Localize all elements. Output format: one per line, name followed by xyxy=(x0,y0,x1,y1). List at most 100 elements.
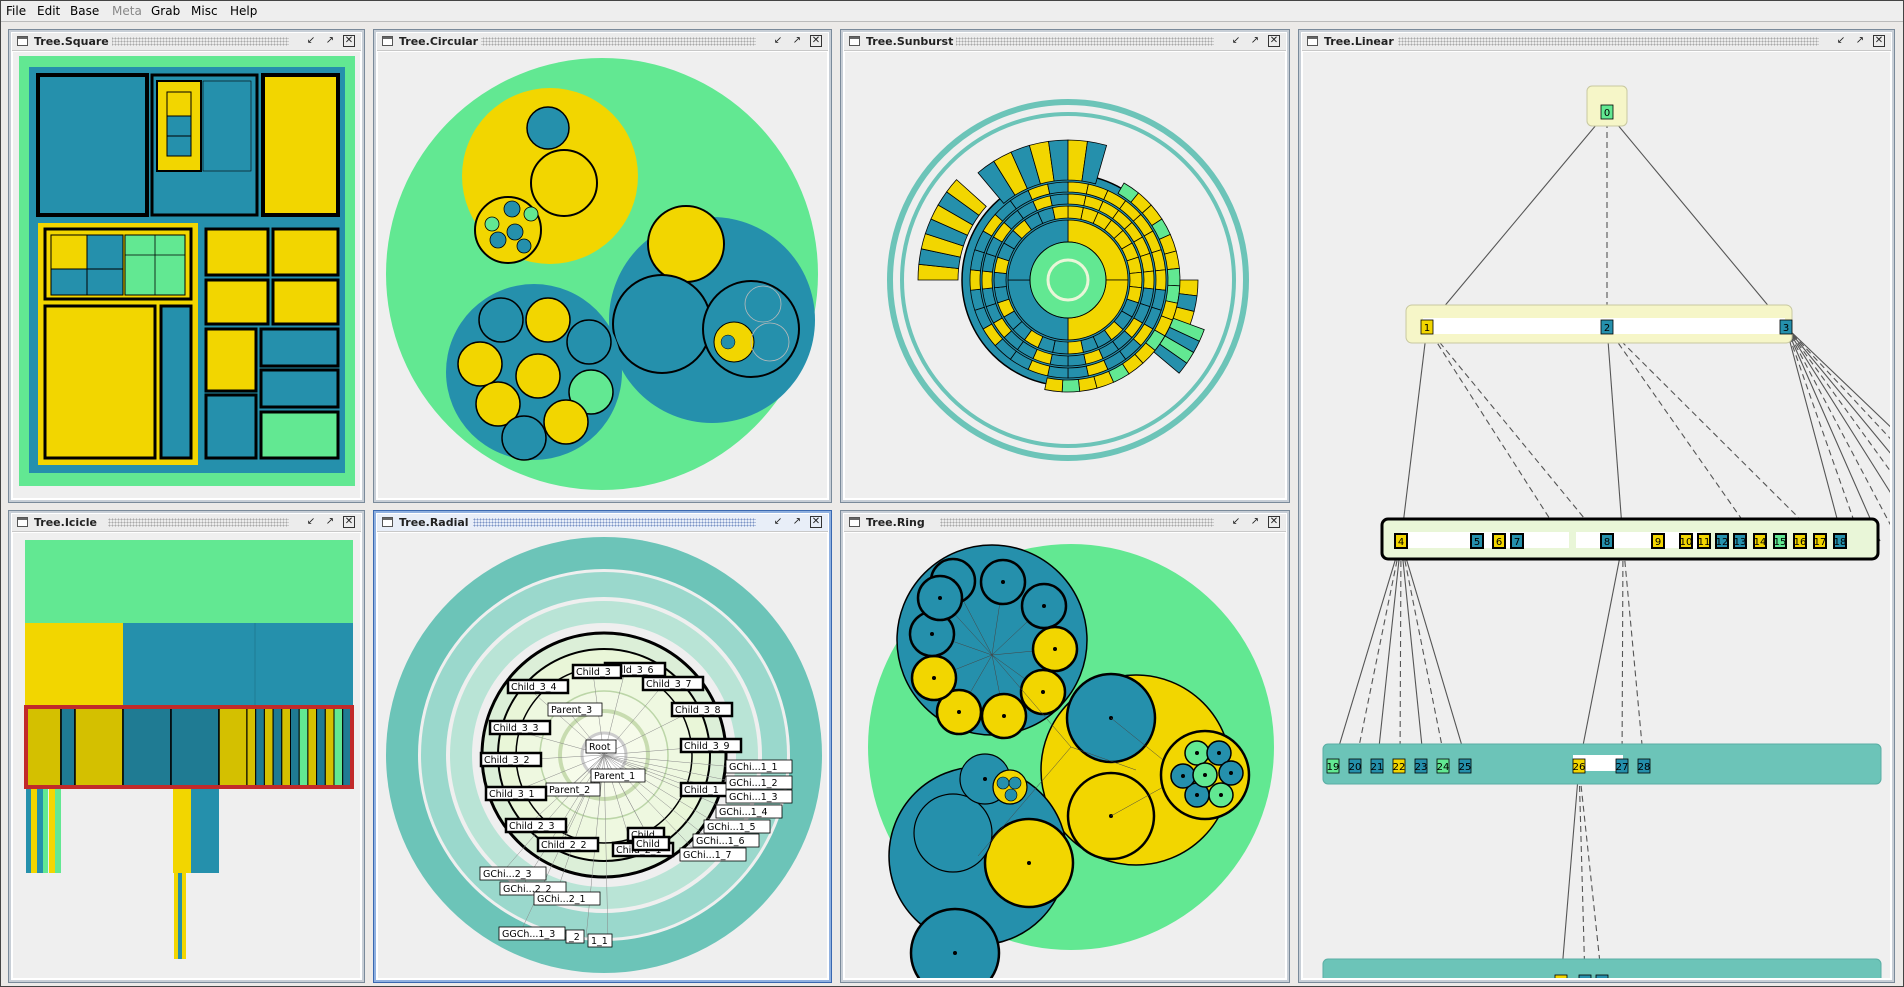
title-bar[interactable]: Tree.Sunburst ↙ ↗ ✕ xyxy=(844,33,1286,51)
window-title: Tree.Square xyxy=(34,35,112,48)
icicle-node xyxy=(255,707,265,788)
tree-edge xyxy=(1606,326,1758,542)
minimize-icon[interactable]: ↙ xyxy=(1230,516,1242,528)
tree-node-label: 5 xyxy=(1474,537,1480,548)
menu-file[interactable]: File xyxy=(6,4,26,18)
close-icon[interactable]: ✕ xyxy=(1873,35,1885,47)
radial-node-label: Child_2_2 xyxy=(541,840,587,851)
ring-node xyxy=(913,793,993,873)
tree-radial-window[interactable]: Tree.Radial ↙ ↗ ✕ Root Parent_3 Parent_1… xyxy=(373,510,832,983)
treemap-node xyxy=(202,80,252,172)
tree-edge xyxy=(1785,326,1862,542)
minimize-icon[interactable]: ↙ xyxy=(772,516,784,528)
menu-meta: Meta xyxy=(112,4,142,18)
tree-sunburst-canvas[interactable] xyxy=(845,52,1285,498)
title-grip xyxy=(1398,37,1819,46)
treemap-node xyxy=(261,73,340,217)
icicle-node xyxy=(37,789,43,873)
square-treemap xyxy=(19,56,355,486)
treemap-node xyxy=(271,278,340,326)
tree-square-window[interactable]: Tree.Square ↙ ↗ ✕ xyxy=(8,29,365,503)
maximize-icon[interactable]: ↗ xyxy=(791,35,803,47)
window-icon xyxy=(849,36,860,46)
tree-node-label: 23 xyxy=(1415,762,1428,773)
title-grip xyxy=(940,518,1214,527)
menu-grab[interactable]: Grab xyxy=(151,4,180,18)
treemap-node xyxy=(259,327,340,368)
menu-help[interactable]: Help xyxy=(230,4,257,18)
tree-edge xyxy=(1400,540,1425,767)
minimize-icon[interactable]: ↙ xyxy=(772,35,784,47)
close-icon[interactable]: ✕ xyxy=(1268,516,1280,528)
title-bar[interactable]: Tree.Icicle ↙ ↗ ✕ xyxy=(12,514,361,532)
tree-circular-window[interactable]: Tree.Circular ↙ ↗ ✕ xyxy=(373,29,832,503)
minimize-icon[interactable]: ↙ xyxy=(305,516,317,528)
radial-node-label: GChi...1_7 xyxy=(683,850,732,861)
close-icon[interactable]: ✕ xyxy=(1268,35,1280,47)
title-bar[interactable]: Tree.Square ↙ ↗ ✕ xyxy=(12,33,361,51)
window-icon xyxy=(849,517,860,527)
maximize-icon[interactable]: ↗ xyxy=(1854,35,1866,47)
tree-edge xyxy=(1426,326,1565,542)
icicle-node xyxy=(174,873,178,959)
menu-edit[interactable]: Edit xyxy=(37,4,60,18)
icicle-node xyxy=(173,789,191,873)
close-icon[interactable]: ✕ xyxy=(343,35,355,47)
tree-node-label: 22 xyxy=(1393,762,1406,773)
title-grip xyxy=(473,37,756,46)
tree-linear-canvas[interactable]: 0 1 2 3 4 5 6 7 8 9 10 11 12 13 14 15 16 17 18 19 20 21 22 23 24… xyxy=(1303,52,1890,978)
icicle-node xyxy=(263,707,274,788)
close-icon[interactable]: ✕ xyxy=(810,35,822,47)
minimize-icon[interactable]: ↙ xyxy=(1835,35,1847,47)
icicle-level-3 xyxy=(26,789,219,959)
close-icon[interactable]: ✕ xyxy=(810,516,822,528)
ring-node xyxy=(1004,788,1018,802)
treemap-node xyxy=(43,304,157,460)
tree-ring-canvas[interactable] xyxy=(845,533,1285,978)
tree-radial-canvas[interactable]: Root Parent_3 Parent_1 Parent_2 Child_3_6 Chi… xyxy=(378,533,827,978)
tree-edge xyxy=(1560,765,1580,978)
minimize-icon[interactable]: ↙ xyxy=(1230,35,1242,47)
tree-icicle-window[interactable]: Tree.Icicle ↙ ↗ ✕ xyxy=(8,510,365,983)
tree-node-label: 18 xyxy=(1834,537,1847,548)
tree-node-label: 6 xyxy=(1496,537,1502,548)
maximize-icon[interactable]: ↗ xyxy=(791,516,803,528)
title-bar[interactable]: Tree.Radial ↙ ↗ ✕ xyxy=(377,514,828,532)
treemap-node xyxy=(86,268,124,296)
tree-square-canvas[interactable] xyxy=(13,52,360,498)
menu-misc[interactable]: Misc xyxy=(191,4,218,18)
sunburst-chart xyxy=(887,99,1249,461)
radial-node-label: Parent_3 xyxy=(551,705,592,716)
maximize-icon[interactable]: ↗ xyxy=(324,516,336,528)
maximize-icon[interactable]: ↗ xyxy=(324,35,336,47)
treemap-node xyxy=(166,91,192,117)
maximize-icon[interactable]: ↗ xyxy=(1249,35,1261,47)
title-bar[interactable]: Tree.Ring ↙ ↗ ✕ xyxy=(844,514,1286,532)
icicle-node xyxy=(122,707,172,788)
maximize-icon[interactable]: ↗ xyxy=(1249,516,1261,528)
title-bar[interactable]: Tree.Linear ↙ ↗ ✕ xyxy=(1302,33,1891,51)
tree-sunburst-window[interactable]: Tree.Sunburst ↙ ↗ ✕ xyxy=(840,29,1290,503)
radial-node-label: Child_3_8 xyxy=(675,705,721,716)
tree-edge xyxy=(1578,540,1624,767)
tree-edge xyxy=(1606,111,1787,328)
tree-edge xyxy=(1332,540,1402,767)
icicle-node xyxy=(246,707,257,788)
sunburst-segment xyxy=(1155,269,1167,291)
tree-ring-window[interactable]: Tree.Ring ↙ ↗ ✕ xyxy=(840,510,1290,983)
close-icon[interactable]: ✕ xyxy=(343,516,355,528)
tree-circular-canvas[interactable] xyxy=(378,52,827,498)
title-bar[interactable]: Tree.Circular ↙ ↗ ✕ xyxy=(377,33,828,51)
tree-edge xyxy=(1606,326,1823,542)
icicle-node xyxy=(24,707,62,788)
tree-node-label: 26 xyxy=(1573,762,1586,773)
window-title: Tree.Radial xyxy=(399,516,472,529)
minimize-icon[interactable]: ↙ xyxy=(305,35,317,47)
ring-node xyxy=(996,776,1010,790)
radial-node-label: Child_3_4 xyxy=(511,682,557,693)
sunburst-segment xyxy=(1044,377,1064,393)
tree-linear-window[interactable]: Tree.Linear ↙ ↗ ✕ 0123 4 5 6 7 8 9 10 11… xyxy=(1298,29,1895,983)
menu-base[interactable]: Base xyxy=(70,4,99,18)
tree-icicle-canvas[interactable] xyxy=(13,533,360,978)
sunburst-segment xyxy=(1067,353,1087,367)
